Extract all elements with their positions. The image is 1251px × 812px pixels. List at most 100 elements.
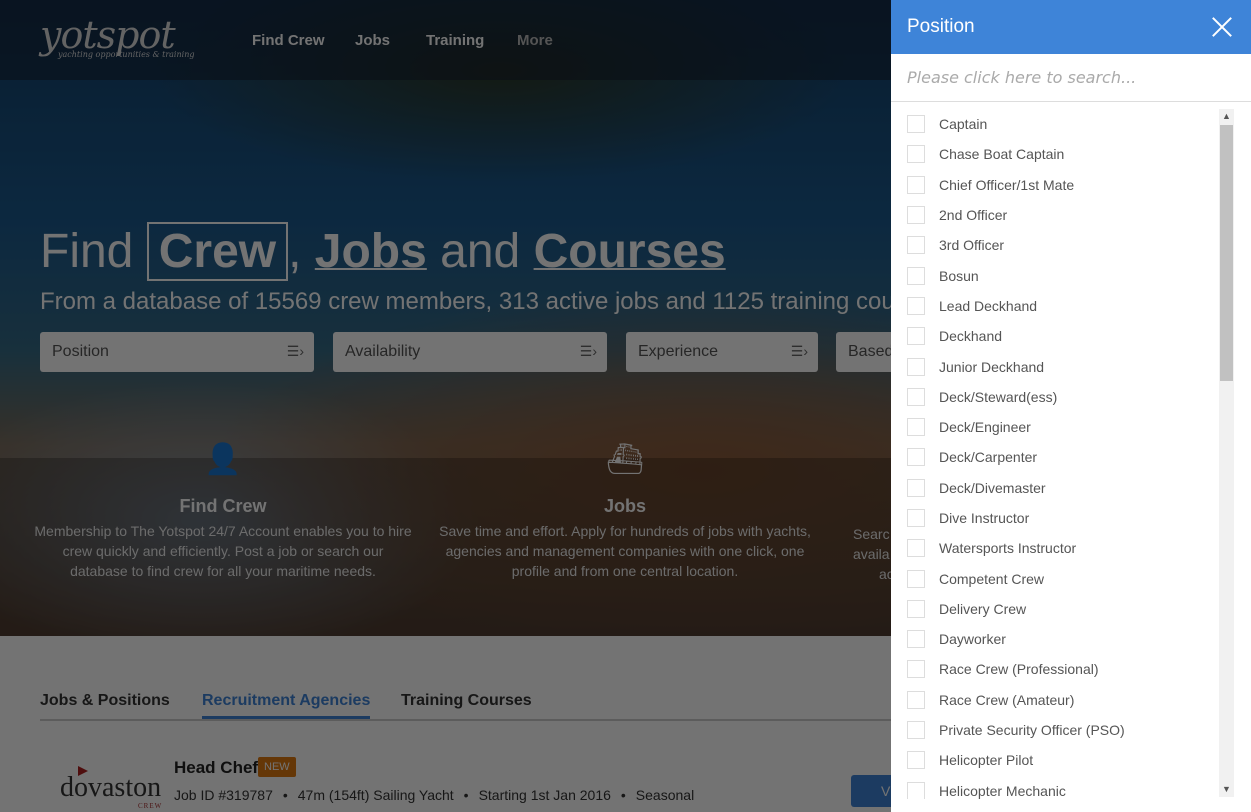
user-icon: 👤	[204, 443, 242, 476]
option-label: Chase Boat Captain	[939, 146, 1065, 163]
position-option[interactable]: Deck/Carpenter	[891, 442, 1219, 472]
checkbox[interactable]	[907, 569, 925, 588]
checkbox[interactable]	[907, 660, 925, 679]
option-label: Deck/Carpenter	[939, 449, 1038, 466]
option-label: 3rd Officer	[939, 237, 1005, 254]
option-label: Race Crew (Professional)	[939, 661, 1099, 678]
checkbox[interactable]	[907, 175, 925, 194]
checkbox[interactable]	[907, 599, 925, 618]
position-option[interactable]: Dive Instructor	[891, 503, 1219, 533]
checkbox[interactable]	[907, 539, 925, 558]
position-option[interactable]: Deck/Divemaster	[891, 473, 1219, 503]
scroll-down-icon[interactable]: ▼	[1219, 782, 1234, 797]
position-option[interactable]: Helicopter Pilot	[891, 745, 1219, 775]
option-label: Bosun	[939, 267, 979, 284]
checkbox[interactable]	[907, 236, 925, 255]
position-option[interactable]: Private Security Officer (PSO)	[891, 715, 1219, 745]
checkbox[interactable]	[907, 721, 925, 740]
position-option[interactable]: Bosun	[891, 260, 1219, 290]
hero-title: Find Crew, Jobs and Courses	[40, 222, 726, 281]
position-option[interactable]: 2nd Officer	[891, 200, 1219, 230]
option-label: Dayworker	[939, 631, 1006, 648]
position-option[interactable]: Dayworker	[891, 624, 1219, 654]
position-option[interactable]: Deck/Steward(ess)	[891, 382, 1219, 412]
position-option[interactable]: Deck/Engineer	[891, 412, 1219, 442]
option-label: Deckhand	[939, 328, 1003, 345]
nav-jobs[interactable]: Jobs	[355, 32, 390, 49]
job-title[interactable]: Head Chef	[174, 758, 258, 778]
option-label: Helicopter Pilot	[939, 752, 1034, 769]
option-label: Captain	[939, 116, 988, 133]
position-panel: Position Captain Chase Boat Captain Chief …	[891, 0, 1251, 812]
tab-training-courses[interactable]: Training Courses	[401, 692, 532, 716]
position-option[interactable]: Race Crew (Professional)	[891, 654, 1219, 684]
feature-training: Searc availa ac	[853, 526, 894, 582]
feature-find-crew: 👤 Find Crew Membership to The Yotspot 24/…	[34, 443, 412, 579]
option-label: Delivery Crew	[939, 600, 1027, 617]
crew-word[interactable]: Crew	[146, 222, 289, 281]
panel-title: Position	[907, 16, 975, 37]
dovaston-logo: dovaston CREW	[60, 766, 161, 810]
checkbox[interactable]	[907, 327, 925, 346]
checkbox[interactable]	[907, 690, 925, 709]
position-option[interactable]: Chief Officer/1st Mate	[891, 170, 1219, 200]
option-label: Watersports Instructor	[939, 540, 1077, 557]
checkbox[interactable]	[907, 478, 925, 497]
option-label: Race Crew (Amateur)	[939, 691, 1075, 708]
checkbox[interactable]	[907, 509, 925, 527]
option-label: Competent Crew	[939, 570, 1045, 587]
option-label: Junior Deckhand	[939, 358, 1045, 375]
position-option[interactable]: Race Crew (Amateur)	[891, 685, 1219, 715]
position-option[interactable]: 3rd Officer	[891, 230, 1219, 260]
position-search-input[interactable]	[891, 54, 1251, 102]
position-option[interactable]: Junior Deckhand	[891, 351, 1219, 381]
jobs-link[interactable]: Jobs	[315, 225, 427, 278]
checkbox[interactable]	[907, 296, 925, 315]
new-badge: NEW	[258, 757, 296, 777]
position-option[interactable]: Delivery Crew	[891, 594, 1219, 624]
option-label: Deck/Divemaster	[939, 479, 1046, 496]
checkbox[interactable]	[907, 115, 925, 134]
list-icon: ☰›	[286, 343, 304, 359]
checkbox[interactable]	[907, 266, 925, 285]
checkbox[interactable]	[907, 387, 925, 406]
option-label: Lead Deckhand	[939, 297, 1038, 314]
close-icon[interactable]	[1207, 12, 1237, 42]
nav-training[interactable]: Training	[426, 32, 484, 49]
availability-filter[interactable]: Availability ☰›	[333, 332, 607, 372]
checkbox[interactable]	[907, 206, 925, 225]
nav-more[interactable]: More	[517, 32, 553, 49]
position-option[interactable]: Captain	[891, 109, 1219, 139]
position-option[interactable]: Watersports Instructor	[891, 533, 1219, 563]
experience-filter[interactable]: Experience ☰›	[626, 332, 818, 372]
position-option[interactable]: Chase Boat Captain	[891, 139, 1219, 169]
checkbox[interactable]	[907, 145, 925, 164]
position-option[interactable]: Lead Deckhand	[891, 291, 1219, 321]
checkbox[interactable]	[907, 630, 925, 649]
nav-find-crew[interactable]: Find Crew	[252, 32, 325, 49]
panel-header: Position	[891, 0, 1251, 54]
scrollbar[interactable]: ▲ ▼	[1219, 109, 1234, 797]
option-label: Chief Officer/1st Mate	[939, 176, 1075, 193]
position-filter[interactable]: Position ☰›	[40, 332, 314, 372]
option-label: Private Security Officer (PSO)	[939, 722, 1125, 739]
tab-recruitment-agencies[interactable]: Recruitment Agencies	[202, 692, 371, 719]
scroll-up-icon[interactable]: ▲	[1219, 109, 1234, 124]
position-option[interactable]: Deckhand	[891, 321, 1219, 351]
job-meta: Job ID #319787 • 47m (154ft) Sailing Yacht…	[174, 787, 695, 803]
checkbox[interactable]	[907, 781, 925, 799]
tab-jobs-positions[interactable]: Jobs & Positions	[40, 692, 170, 716]
position-option[interactable]: Helicopter Mechanic	[891, 776, 1219, 799]
list-icon: ☰›	[790, 343, 808, 359]
checkbox[interactable]	[907, 448, 925, 467]
checkbox[interactable]	[907, 357, 925, 376]
yotspot-logo[interactable]: yotspot yachting opportunities & training	[40, 16, 194, 59]
position-option[interactable]: Competent Crew	[891, 563, 1219, 593]
checkbox[interactable]	[907, 418, 925, 437]
position-list: Captain Chase Boat Captain Chief Officer/1…	[891, 109, 1219, 799]
scrollbar-thumb[interactable]	[1220, 125, 1233, 381]
courses-link[interactable]: Courses	[534, 225, 726, 278]
option-label: Deck/Steward(ess)	[939, 388, 1058, 405]
feature-jobs: ⛴ Jobs Save time and effort. Apply for hu…	[435, 442, 815, 581]
checkbox[interactable]	[907, 751, 925, 770]
